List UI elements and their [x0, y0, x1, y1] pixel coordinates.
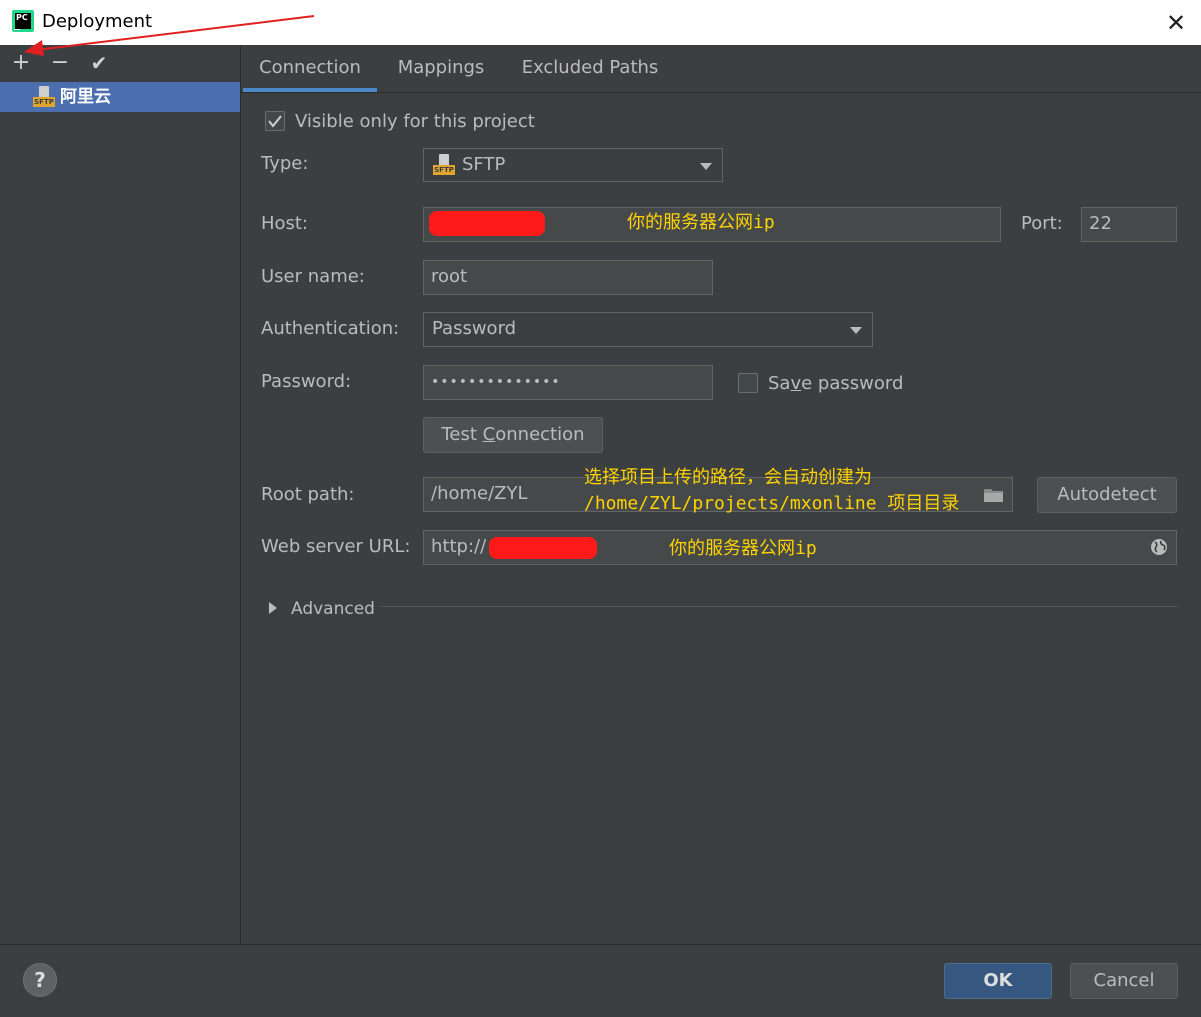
save-password-label: Save password [768, 373, 904, 394]
folder-icon[interactable] [983, 486, 1005, 504]
sidebar-item-aliyun[interactable]: SFTP 阿里云 [0, 82, 240, 112]
redaction-mark [489, 537, 597, 559]
tab-mappings[interactable]: Mappings [385, 45, 497, 92]
port-input[interactable]: 22 [1081, 207, 1177, 242]
root-path-value: /home/ZYL [431, 483, 528, 504]
auth-label: Authentication: [261, 318, 400, 339]
host-label: Host: [261, 213, 309, 234]
visible-only-checkbox[interactable] [265, 111, 285, 131]
autodetect-button[interactable]: Autodetect [1037, 477, 1177, 513]
globe-icon[interactable] [1150, 538, 1168, 556]
save-password-checkbox[interactable] [738, 373, 758, 393]
redaction-mark [429, 211, 545, 236]
tab-excluded-paths[interactable]: Excluded Paths [514, 45, 666, 92]
type-select[interactable]: SFTP SFTP [423, 148, 723, 182]
chevron-down-icon [850, 327, 862, 334]
root-path-annotation-line2: /home/ZYL/projects/mxonline 项目目录 [584, 493, 960, 514]
type-label: Type: [261, 153, 309, 174]
advanced-divider [380, 606, 1177, 607]
web-url-label: Web server URL: [261, 536, 411, 557]
host-annotation: 你的服务器公网ip [627, 212, 775, 233]
username-input[interactable]: root [423, 260, 713, 295]
username-label: User name: [261, 266, 365, 287]
root-path-label: Root path: [261, 484, 355, 505]
root-path-annotation-line1: 选择项目上传的路径，会自动创建为 [584, 467, 872, 488]
type-value: SFTP [462, 154, 506, 175]
password-label: Password: [261, 371, 352, 392]
help-button[interactable]: ? [23, 963, 57, 997]
visible-only-label: Visible only for this project [295, 111, 535, 132]
cancel-button[interactable]: Cancel [1070, 963, 1178, 999]
sftp-icon: SFTP [33, 86, 55, 108]
web-url-annotation: 你的服务器公网ip [669, 538, 817, 559]
sftp-icon-text: SFTP [433, 165, 455, 175]
password-input[interactable]: •••••••••••••• [423, 365, 713, 400]
chevron-right-icon[interactable] [268, 601, 278, 615]
sidebar-item-label: 阿里云 [60, 87, 111, 107]
ok-button[interactable]: OK [944, 963, 1052, 999]
sidebar [0, 45, 241, 944]
close-icon[interactable]: ✕ [1162, 9, 1190, 37]
advanced-label[interactable]: Advanced [291, 597, 375, 621]
web-url-value: http:// [431, 536, 487, 557]
tab-connection[interactable]: Connection [243, 45, 377, 92]
sftp-icon: SFTP [433, 154, 455, 176]
test-connection-button[interactable]: Test Connection [423, 417, 603, 453]
chevron-down-icon [700, 163, 712, 170]
sftp-icon-text: SFTP [33, 97, 55, 107]
auth-value: Password [432, 318, 517, 339]
port-label: Port: [1021, 213, 1063, 234]
check-icon [268, 115, 282, 128]
auth-select[interactable]: Password [423, 312, 873, 347]
